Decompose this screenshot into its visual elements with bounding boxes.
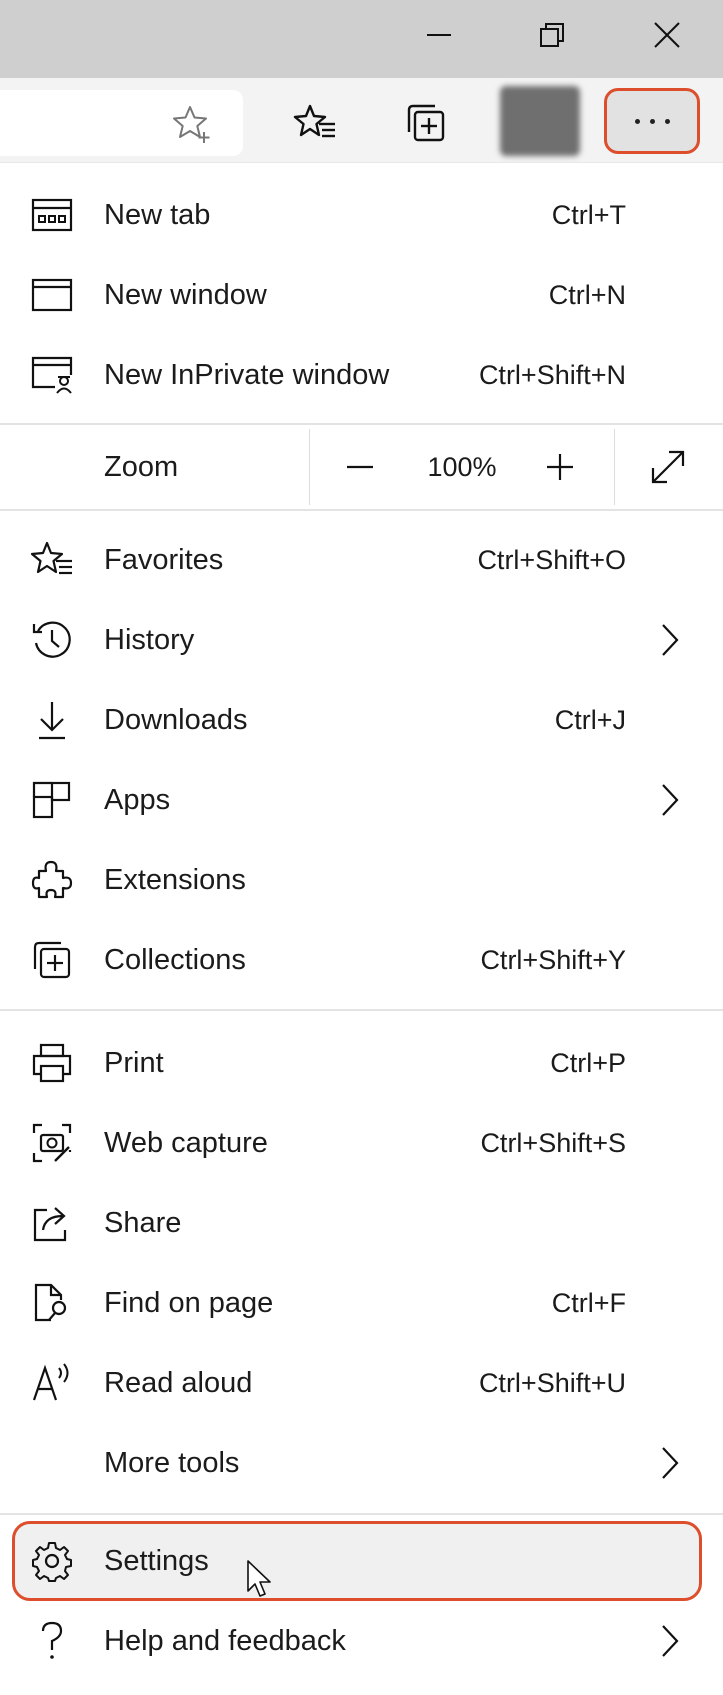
menu-item-shortcut: Ctrl+Shift+N [478, 360, 626, 390]
menu-item-label: Downloads [104, 704, 248, 736]
menu-item-find-on-page[interactable]: Find on page Ctrl+F [0, 1263, 723, 1343]
menu-item-shortcut: Ctrl+N [548, 280, 626, 310]
menu-item-new-window[interactable]: New window Ctrl+N [0, 255, 723, 335]
menu-item-shortcut: Ctrl+T [551, 200, 626, 230]
printer-icon [30, 1043, 74, 1083]
apps-icon [30, 780, 74, 820]
menu-item-label: Collections [104, 944, 246, 976]
find-icon [30, 1283, 74, 1323]
menu-item-extensions[interactable]: Extensions [0, 840, 723, 920]
download-icon [30, 700, 74, 740]
ellipsis-icon [634, 118, 670, 124]
close-button[interactable] [612, 0, 722, 70]
chevron-right-icon [655, 1623, 685, 1659]
menu-item-read-aloud[interactable]: Read aloud Ctrl+Shift+U [0, 1343, 723, 1423]
new-window-icon [30, 275, 74, 315]
favorites-button[interactable] [280, 90, 350, 156]
menu-item-print[interactable]: Print Ctrl+P [0, 1023, 723, 1103]
star-plus-icon [173, 106, 210, 143]
menu-item-label: Read aloud [104, 1367, 253, 1399]
menu-item-label: Help and feedback [104, 1625, 346, 1657]
menu-item-share[interactable]: Share [0, 1183, 723, 1263]
menu-item-help-and-feedback[interactable]: Help and feedback [0, 1601, 723, 1681]
menu-item-web-capture[interactable]: Web capture Ctrl+Shift+S [0, 1103, 723, 1183]
menu-item-label: New tab [104, 199, 211, 231]
menu-item-favorites[interactable]: Favorites Ctrl+Shift+O [0, 520, 723, 600]
menu-item-label: Favorites [104, 544, 224, 576]
menu-item-label: Web capture [104, 1127, 268, 1159]
menu-item-label: New window [104, 279, 267, 311]
menu-item-downloads[interactable]: Downloads Ctrl+J [0, 680, 723, 760]
menu-item-label: New InPrivate window [104, 359, 390, 391]
minimize-button[interactable] [384, 0, 494, 70]
zoom-in-button[interactable] [530, 437, 590, 497]
menu-item-label: Settings [104, 1545, 209, 1577]
zoom-label: Zoom [104, 451, 179, 483]
zoom-level: 100% [427, 452, 497, 482]
favorites-icon [293, 104, 335, 138]
avatar[interactable] [500, 86, 580, 156]
menu-item-shortcut: Ctrl+J [554, 705, 626, 735]
menu-item-new-tab[interactable]: New tab Ctrl+T [0, 175, 723, 255]
minimize-icon [427, 34, 451, 36]
read-aloud-icon [30, 1363, 74, 1403]
menu-item-shortcut: Ctrl+Shift+O [477, 545, 626, 575]
menu-item-label: More tools [104, 1447, 240, 1479]
menu-item-shortcut: Ctrl+Shift+Y [480, 945, 626, 975]
menu-item-shortcut: Ctrl+P [550, 1048, 626, 1078]
add-favorite-button[interactable] [170, 102, 214, 146]
collections-button[interactable] [391, 90, 461, 156]
gear-icon [30, 1541, 74, 1582]
close-icon [654, 22, 680, 48]
share-icon [30, 1203, 74, 1243]
menu-item-label: Print [104, 1047, 164, 1079]
fullscreen-icon [651, 450, 685, 484]
history-icon [30, 620, 74, 660]
menu-divider [0, 1513, 723, 1515]
zoom-out-button[interactable] [330, 437, 390, 497]
chevron-right-icon [655, 1445, 685, 1481]
help-icon [30, 1621, 74, 1661]
title-bar [0, 0, 723, 78]
menu-item-label: History [104, 624, 195, 656]
zoom-divider [614, 429, 615, 505]
new-tab-icon [30, 195, 74, 235]
restore-icon [540, 23, 564, 47]
web-capture-icon [30, 1123, 74, 1163]
menu-item-apps[interactable]: Apps [0, 760, 723, 840]
menu-item-label: Extensions [104, 864, 246, 896]
mouse-cursor-icon [247, 1560, 271, 1597]
menu-item-label: Find on page [104, 1287, 274, 1319]
puzzle-icon [30, 860, 74, 900]
chevron-right-icon [655, 782, 685, 818]
collections-icon [407, 104, 445, 142]
menu-item-more-tools[interactable]: More tools [0, 1423, 723, 1503]
address-bar[interactable] [0, 90, 243, 156]
minus-icon [347, 465, 373, 469]
restore-button[interactable] [497, 0, 607, 70]
menu-item-label: Share [104, 1207, 182, 1239]
menu-item-settings[interactable]: Settings [0, 1521, 723, 1601]
menu-divider [0, 509, 723, 511]
menu-item-shortcut: Ctrl+Shift+S [480, 1128, 626, 1158]
plus-icon [547, 454, 573, 480]
menu-item-shortcut: Ctrl+F [551, 1288, 626, 1318]
settings-and-more-button[interactable] [604, 88, 700, 154]
menu-item-collections[interactable]: Collections Ctrl+Shift+Y [0, 920, 723, 1000]
menu-item-shortcut: Ctrl+Shift+U [478, 1368, 626, 1398]
favorites-icon [30, 540, 74, 580]
collections-icon [30, 940, 74, 980]
settings-and-more-menu: New tab Ctrl+T New window Ctrl+N New InP… [0, 162, 723, 1695]
browser-toolbar [0, 78, 723, 168]
zoom-divider [309, 429, 310, 505]
menu-item-label: Apps [104, 784, 171, 816]
zoom-row: Zoom 100% [0, 425, 723, 509]
fullscreen-button[interactable] [638, 437, 698, 497]
inprivate-icon [30, 355, 74, 395]
menu-divider [0, 1009, 723, 1011]
menu-item-new-inprivate-window[interactable]: New InPrivate window Ctrl+Shift+N [0, 335, 723, 415]
menu-item-history[interactable]: History [0, 600, 723, 680]
chevron-right-icon [655, 622, 685, 658]
